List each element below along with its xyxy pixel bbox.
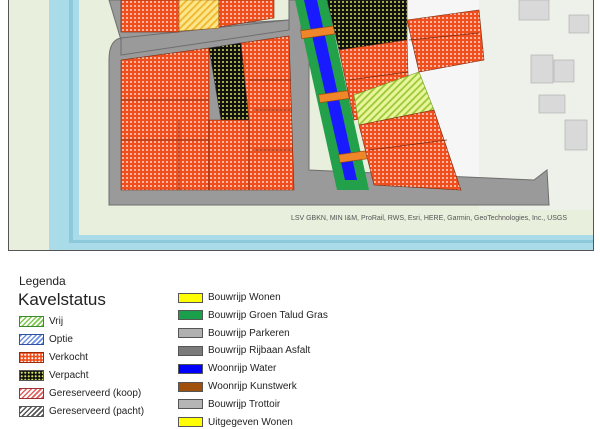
legend-layer-label: Woonrijp Kunstwerk [208, 381, 297, 392]
legend-heading: Kavelstatus [18, 290, 106, 309]
optie-swatch-icon [19, 334, 44, 345]
legend-status-gereserveerd-pacht: Gereserveerd (pacht) [19, 405, 144, 418]
legend-layer-item: Bouwrijp Rijbaan Asfalt [178, 344, 310, 357]
legend-layer-label: Bouwrijp Groen Talud Gras [208, 309, 328, 321]
legend-layer-label: Bouwrijp Parkeren [208, 327, 290, 339]
legend-layer-label: Bouwrijp Trottoir [208, 398, 281, 410]
legend-title: Legenda [19, 274, 66, 288]
legend-layer-item: Bouwrijp Wonen [178, 291, 281, 304]
map-canvas [9, 0, 593, 250]
legend-label: Verpacht [49, 370, 89, 381]
legend-layer-label: Bouwrijp Rijbaan Asfalt [208, 345, 311, 357]
gereserveerd-koop-swatch-icon [19, 388, 44, 399]
lot-nw-1[interactable] [120, 0, 180, 33]
legend-layer-label: Woonrijp Water [208, 363, 277, 375]
layer-color-swatch-icon [178, 363, 203, 374]
layer-color-swatch-icon [178, 292, 203, 303]
legend-panel: Legenda Kavelstatus Vrij Optie Verkocht … [0, 250, 600, 428]
legend-layer-item: Bouwrijp Parkeren [178, 327, 290, 340]
layer-color-swatch-icon [178, 328, 203, 339]
legend-status-verkocht: Verkocht [19, 351, 88, 364]
legend-layer-item: Bouwrijp Trottoir [178, 398, 280, 411]
legend-status-optie: Optie [19, 333, 73, 346]
layer-color-swatch-icon [178, 310, 203, 321]
verpacht-swatch-icon [19, 370, 44, 381]
legend-label: Verkocht [49, 352, 88, 363]
legend-layer-label: Bouwrijp Wonen [208, 292, 281, 303]
legend-layer-item: Bouwrijp Groen Talud Gras [178, 309, 328, 322]
legend-layer-item: Uitgegeven Wonen [178, 416, 293, 429]
gereserveerd-pacht-swatch-icon [19, 406, 44, 417]
legend-label: Vrij [49, 316, 64, 327]
layer-color-swatch-icon [178, 345, 203, 356]
legend-layer-item: Woonrijp Water [178, 362, 276, 375]
vrij-swatch-icon [19, 316, 44, 327]
legend-label: Optie [49, 334, 73, 345]
layer-color-swatch-icon [178, 381, 203, 392]
legend-label: Gereserveerd (pacht) [49, 406, 145, 417]
map-view[interactable]: LSV GBKN, MIN I&M, ProRail, RWS, Esri, H… [8, 0, 594, 251]
legend-status-vrij: Vrij [19, 315, 63, 328]
layer-color-swatch-icon [178, 399, 203, 410]
layer-color-swatch-icon [178, 417, 203, 428]
map-attribution: LSV GBKN, MIN I&M, ProRail, RWS, Esri, H… [290, 215, 567, 222]
lot-block-west[interactable] [120, 47, 210, 191]
legend-layer-label: Uitgegeven Wonen [208, 416, 293, 428]
legend-status-gereserveerd-koop: Gereserveerd (koop) [19, 387, 141, 400]
verkocht-swatch-icon [19, 352, 44, 363]
lot-nw-optie-yellow[interactable] [178, 0, 220, 32]
legend-status-verpacht: Verpacht [19, 369, 88, 382]
legend-layer-item: Woonrijp Kunstwerk [178, 380, 297, 393]
legend-label: Gereserveerd (koop) [49, 388, 142, 399]
